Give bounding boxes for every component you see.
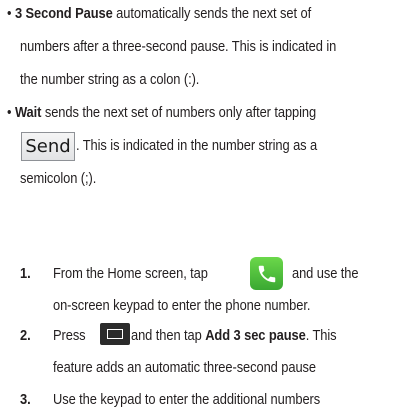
step-2-line1-pre: Press — [53, 327, 86, 344]
term-wait: Wait — [14, 104, 42, 121]
step-1-line2: on-screen keypad to enter the phone numb… — [53, 297, 311, 314]
step-1-line1-post: and use the — [292, 265, 359, 282]
step-1-number: 1. — [20, 265, 31, 282]
step-2-line2: feature adds an automatic three-second p… — [53, 359, 316, 376]
menu-key-icon — [100, 323, 130, 345]
bullet-marker: • — [7, 104, 12, 121]
bullet-wait-line2: . This is indicated in the number string… — [76, 137, 318, 154]
bullet-text: automatically sends the next set of — [112, 5, 312, 22]
phone-app-icon — [250, 257, 283, 290]
step-3-line1: Use the keypad to enter the additional n… — [53, 391, 321, 408]
step-2-text-post: . This — [305, 327, 337, 344]
step-2-number: 2. — [20, 327, 31, 344]
step-1-line1-pre: From the Home screen, tap — [53, 265, 208, 282]
send-button-graphic: Send — [21, 132, 75, 161]
term-3-second-pause: 3 Second Pause — [14, 5, 113, 22]
phone-handset-icon — [258, 265, 275, 282]
manual-page: • 3 Second Pause automatically sends the… — [0, 0, 401, 411]
bullet-3-second-pause-line3: the number string as a colon (:). — [20, 71, 200, 88]
step-3-number: 3. — [20, 391, 31, 408]
bullet-3-second-pause-line1: • 3 Second Pause automatically sends the… — [7, 0, 311, 28]
bullet-wait-line1: • Wait sends the next set of numbers onl… — [7, 99, 316, 127]
bullet-marker: • — [7, 5, 12, 22]
bullet-3-second-pause-line2: numbers after a three-second pause. This… — [20, 38, 337, 55]
term-add-3-sec-pause: Add 3 sec pause — [205, 327, 306, 344]
step-2-text: and then tap — [131, 327, 206, 344]
bullet-wait-line3: semicolon (;). — [20, 170, 97, 187]
bullet-text: sends the next set of numbers only after… — [41, 104, 317, 121]
step-2-line1-rest: and then tap Add 3 sec pause. This — [131, 322, 337, 350]
